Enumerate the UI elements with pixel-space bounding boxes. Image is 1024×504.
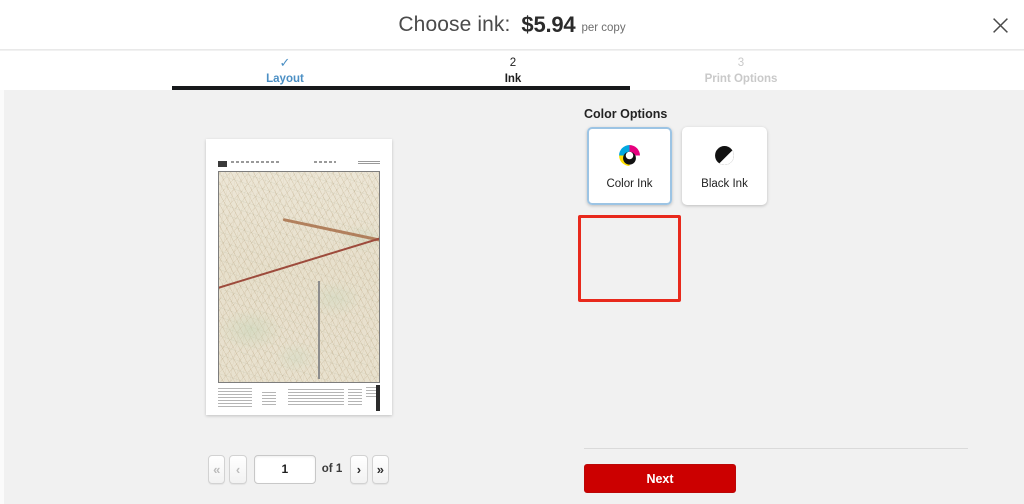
map-agency-mark bbox=[218, 161, 227, 167]
header-title-group: Choose ink: $5.94 per copy bbox=[0, 0, 1024, 50]
left-edge-strip bbox=[0, 90, 4, 504]
legend-block-2 bbox=[262, 391, 276, 405]
dialog-body: « ‹ of 1 › » Color Options bbox=[0, 90, 1024, 504]
cmyk-color-wheel-icon bbox=[616, 142, 643, 169]
price-unit-label: per copy bbox=[581, 22, 625, 34]
step-ink-label: Ink bbox=[433, 72, 593, 86]
last-page-button[interactable]: » bbox=[372, 455, 389, 484]
color-options-title: Color Options bbox=[584, 107, 667, 121]
close-button[interactable] bbox=[983, 8, 1017, 42]
next-button[interactable]: Next bbox=[584, 464, 736, 493]
black-ink-option-inner: Black Ink bbox=[682, 127, 767, 205]
black-ink-circle-icon bbox=[711, 142, 738, 169]
page-title: Choose ink: bbox=[398, 13, 510, 37]
footer-divider bbox=[584, 448, 968, 449]
black-ink-option[interactable]: Black Ink bbox=[682, 127, 767, 205]
map-header-text-right bbox=[358, 160, 380, 164]
step-layout-label: Layout bbox=[205, 72, 365, 86]
color-ink-option[interactable]: Color Ink bbox=[587, 127, 672, 205]
legend-scale-bar bbox=[376, 385, 380, 411]
map-secondary-road bbox=[318, 281, 320, 379]
step-print-options[interactable]: 3 Print Options bbox=[661, 51, 821, 86]
map-vegetation-areas bbox=[218, 171, 380, 383]
map-header-text-left bbox=[231, 161, 279, 163]
map-header-strip bbox=[218, 159, 380, 170]
close-icon bbox=[992, 17, 1009, 34]
step-ink[interactable]: 2 Ink bbox=[433, 51, 593, 86]
black-ink-label: Black Ink bbox=[701, 178, 748, 190]
selection-highlight-annotation bbox=[578, 215, 681, 302]
step-indicator: ✓ Layout 2 Ink 3 Print Options bbox=[0, 51, 1024, 90]
price-value: $5.94 bbox=[521, 12, 575, 38]
print-dialog: Choose ink: $5.94 per copy ✓ Layout 2 In… bbox=[0, 0, 1024, 504]
step-ink-number: 2 bbox=[433, 55, 593, 71]
step-print-options-number: 3 bbox=[661, 55, 821, 71]
legend-block-3 bbox=[288, 387, 344, 405]
color-ink-label: Color Ink bbox=[606, 178, 652, 190]
page-navigation: « ‹ of 1 › » bbox=[208, 453, 393, 485]
first-page-button[interactable]: « bbox=[208, 455, 225, 484]
color-ink-option-inner: Color Ink bbox=[587, 127, 672, 205]
document-preview[interactable] bbox=[206, 139, 392, 415]
map-legend bbox=[218, 385, 380, 413]
next-page-button[interactable]: › bbox=[350, 455, 367, 484]
map-image bbox=[218, 171, 380, 383]
legend-block-1 bbox=[218, 387, 252, 407]
previous-page-button[interactable]: ‹ bbox=[229, 455, 246, 484]
dialog-header: Choose ink: $5.94 per copy bbox=[0, 0, 1024, 50]
map-header-text-center bbox=[314, 161, 336, 163]
page-number-input[interactable] bbox=[254, 455, 316, 484]
page-count-label: of 1 bbox=[322, 463, 342, 475]
step-print-options-label: Print Options bbox=[661, 72, 821, 86]
step-layout[interactable]: ✓ Layout bbox=[205, 51, 365, 86]
legend-block-4 bbox=[348, 387, 362, 405]
step-layout-number: ✓ bbox=[205, 55, 365, 71]
legend-block-5 bbox=[366, 387, 376, 397]
